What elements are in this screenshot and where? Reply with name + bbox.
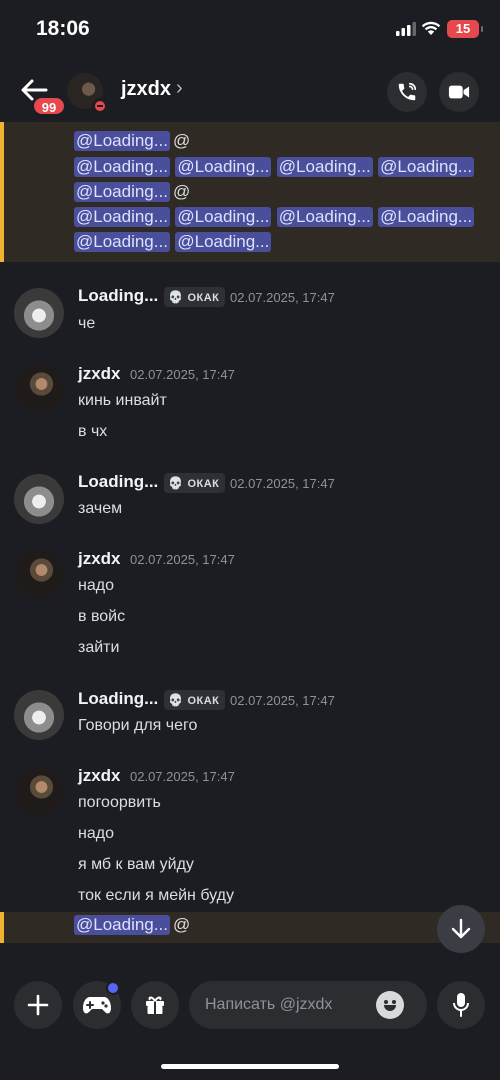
chevron-right-icon[interactable]: › <box>176 77 183 100</box>
message-text: зайти <box>78 639 120 656</box>
message-timestamp: 02.07.2025, 17:47 <box>130 367 235 382</box>
mention-chip[interactable]: @Loading... <box>74 232 170 252</box>
message-input-container[interactable] <box>189 981 427 1029</box>
mention-at: @ <box>172 131 191 150</box>
avatar[interactable] <box>14 474 64 524</box>
mention-line: @Loading... @ <box>74 915 190 939</box>
message-text: Говори для чего <box>78 717 198 734</box>
mention-chip[interactable]: @Loading... <box>276 157 373 177</box>
mention-at: @ <box>172 915 191 934</box>
skull-icon: 💀 <box>168 693 184 707</box>
video-camera-icon <box>448 85 470 99</box>
cellular-signal-icon <box>396 22 416 36</box>
channel-title[interactable]: jzxdx <box>121 78 171 101</box>
do-not-disturb-icon <box>92 98 108 114</box>
message-text: ток если я мейн буду <box>78 887 234 904</box>
mention-chip[interactable]: @Loading... <box>175 232 272 252</box>
mention-chip[interactable]: @Loading... <box>276 207 373 227</box>
gamepad-icon <box>83 997 111 1014</box>
message-text: кинь инвайт <box>78 392 167 409</box>
message-timestamp: 02.07.2025, 17:47 <box>130 552 235 567</box>
mention-chip[interactable]: @Loading... <box>74 131 170 151</box>
message-text: зачем <box>78 500 123 517</box>
mention-chip[interactable]: @Loading... <box>74 182 170 202</box>
message-author[interactable]: jzxdx <box>78 364 121 384</box>
message-author[interactable]: Loading... <box>78 689 158 709</box>
message-text: в чх <box>78 423 108 440</box>
emoji-icon[interactable] <box>376 991 404 1019</box>
avatar[interactable] <box>14 767 64 817</box>
attach-button[interactable] <box>14 981 62 1029</box>
avatar[interactable] <box>14 550 64 600</box>
voice-message-button[interactable] <box>437 981 485 1029</box>
mention-line: @Loading... @Loading... @Loading... @Loa… <box>74 157 475 181</box>
mention-chip[interactable]: @Loading... <box>74 207 170 227</box>
mention-chip[interactable]: @Loading... <box>378 207 475 227</box>
mention-line: @Loading... @ <box>74 182 190 206</box>
status-time: 18:06 <box>36 17 90 40</box>
message-text: погоорвить <box>78 794 161 811</box>
gift-icon <box>146 996 164 1014</box>
microphone-icon <box>453 993 469 1017</box>
mention-line: @Loading... @Loading... @Loading... @Loa… <box>74 207 475 231</box>
chat-header: 99 jzxdx › <box>0 60 500 122</box>
avatar[interactable] <box>14 690 64 740</box>
role-tag: 💀 ОКАК <box>164 287 226 307</box>
status-bar: 18:06 15 <box>0 0 500 60</box>
phone-icon <box>398 82 417 101</box>
message-text: надо <box>78 825 114 842</box>
wifi-icon <box>421 21 441 35</box>
skull-icon: 💀 <box>168 290 184 304</box>
mention-chip[interactable]: @Loading... <box>74 915 170 935</box>
mention-line: @Loading... @Loading... <box>74 232 272 256</box>
skull-icon: 💀 <box>168 476 184 490</box>
mention-chip[interactable]: @Loading... <box>175 157 272 177</box>
message-author[interactable]: jzxdx <box>78 766 121 786</box>
role-tag: 💀 ОКАК <box>164 690 226 710</box>
message-author[interactable]: jzxdx <box>78 549 121 569</box>
message-timestamp: 02.07.2025, 17:47 <box>230 693 335 708</box>
mention-at: @ <box>172 182 191 201</box>
notification-dot <box>106 981 120 995</box>
video-call-button[interactable] <box>439 72 479 112</box>
role-tag: 💀 ОКАК <box>164 473 226 493</box>
plus-icon <box>27 994 49 1016</box>
mention-chip[interactable]: @Loading... <box>378 157 475 177</box>
voice-call-button[interactable] <box>387 72 427 112</box>
message-author[interactable]: Loading... <box>78 286 158 306</box>
message-author[interactable]: Loading... <box>78 472 158 492</box>
mention-chip[interactable]: @Loading... <box>175 207 272 227</box>
message-text: надо <box>78 577 114 594</box>
avatar[interactable] <box>14 288 64 338</box>
message-text: я мб к вам уйду <box>78 856 194 873</box>
arrow-down-icon <box>451 918 471 939</box>
message-input[interactable] <box>205 993 375 1017</box>
message-text: че <box>78 315 96 332</box>
battery-indicator: 15 <box>447 20 483 38</box>
unread-badge: 99 <box>32 96 66 116</box>
message-timestamp: 02.07.2025, 17:47 <box>130 769 235 784</box>
message-timestamp: 02.07.2025, 17:47 <box>230 290 335 305</box>
gift-button[interactable] <box>131 981 179 1029</box>
mention-line: @Loading... @ <box>74 131 190 155</box>
home-indicator <box>161 1064 339 1069</box>
message-timestamp: 02.07.2025, 17:47 <box>230 476 335 491</box>
mention-chip[interactable]: @Loading... <box>74 157 170 177</box>
jump-to-bottom-button[interactable] <box>437 905 485 953</box>
message-text: в войс <box>78 608 126 625</box>
avatar[interactable] <box>14 364 64 414</box>
